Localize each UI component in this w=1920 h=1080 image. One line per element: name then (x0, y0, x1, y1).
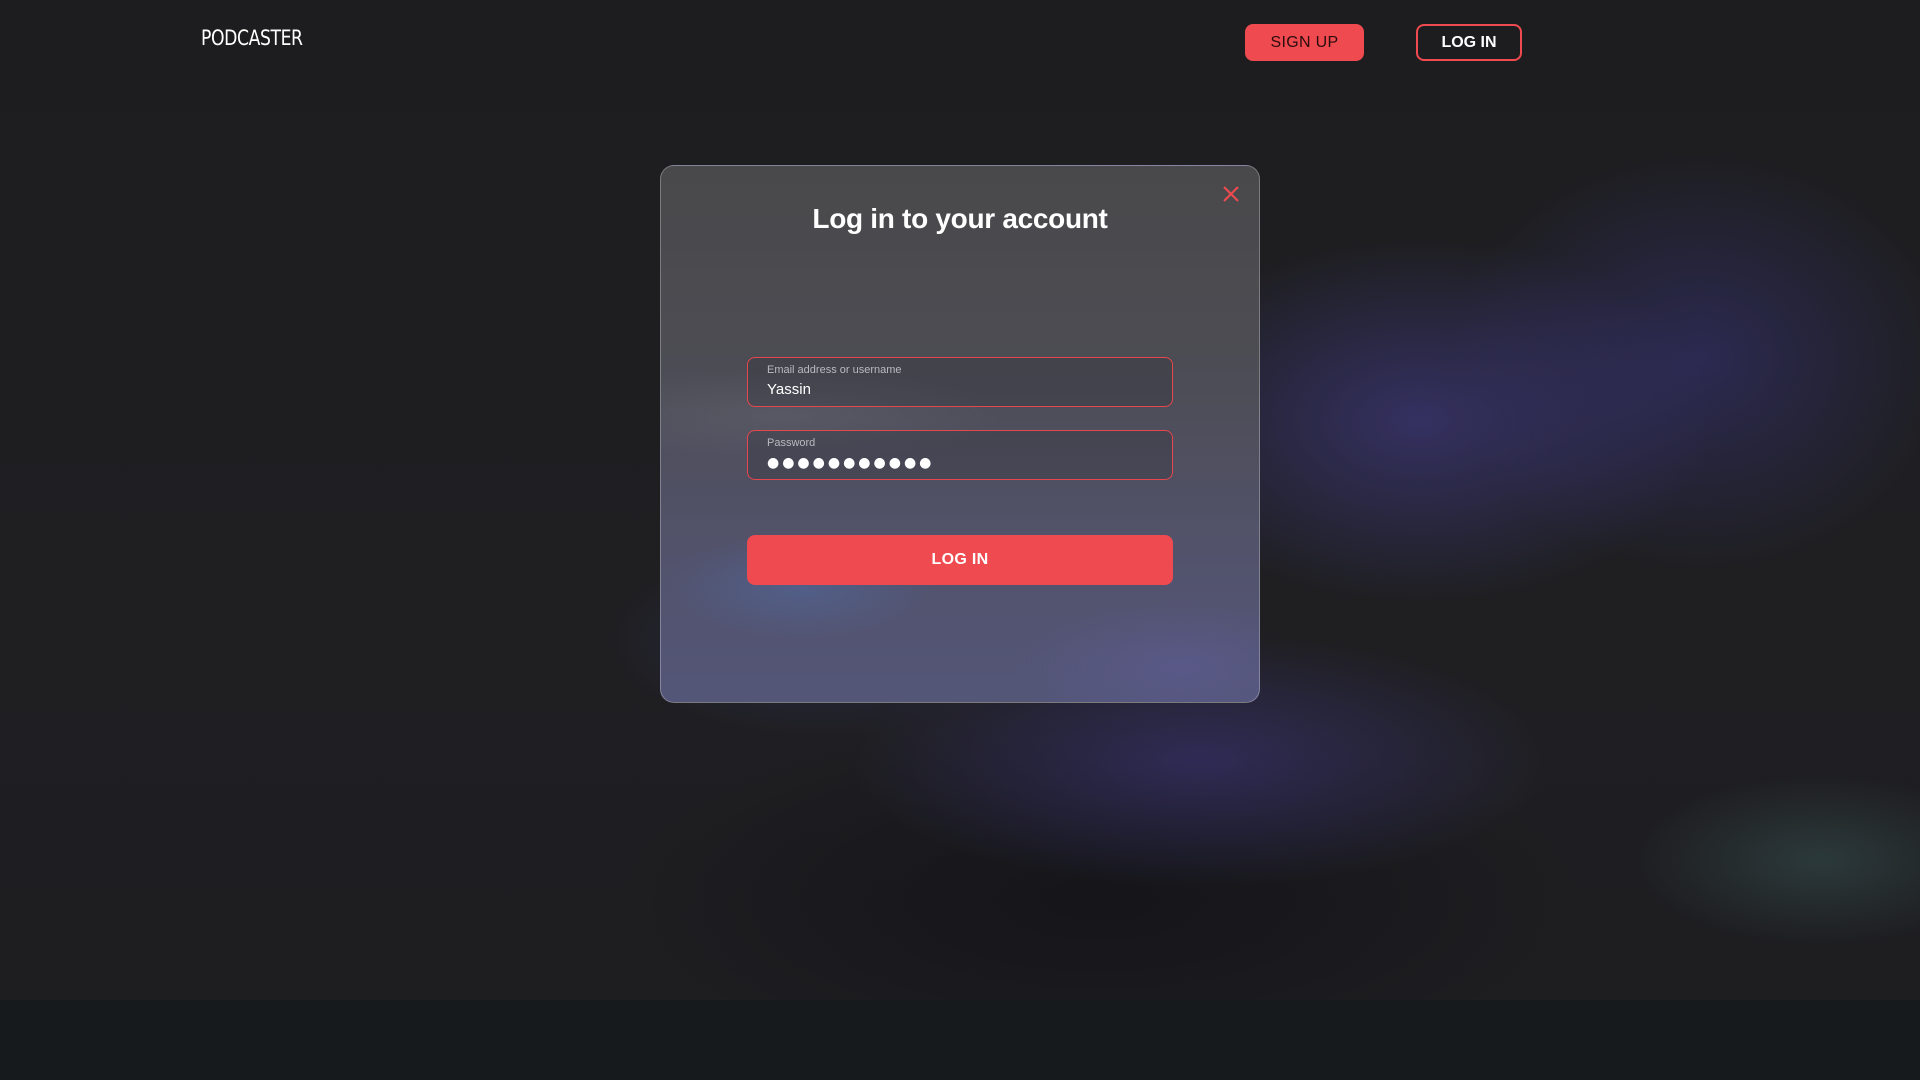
modal-title: Log in to your account (812, 203, 1108, 234)
close-icon[interactable] (1219, 182, 1243, 206)
email-input[interactable] (767, 379, 1157, 399)
email-field-label: Email address or username (767, 364, 902, 376)
brand-logo[interactable]: PODCASTER (201, 26, 303, 50)
header-login-button[interactable]: LOG IN (1416, 24, 1522, 61)
login-submit-button[interactable]: LOG IN (747, 535, 1173, 585)
password-field[interactable]: Password ●●●●●●●●●●● (747, 430, 1173, 480)
password-input[interactable]: ●●●●●●●●●●● (767, 455, 934, 471)
login-modal: Log in to your account Email address or … (660, 165, 1260, 703)
signup-button[interactable]: SIGN UP (1245, 24, 1364, 61)
close-icon-glyph (1223, 186, 1239, 202)
password-field-label: Password (767, 437, 816, 449)
footer-band (0, 1000, 1920, 1080)
page: PODCASTER SIGN UP LOG IN Log in to your … (0, 0, 1920, 1080)
email-field[interactable]: Email address or username (747, 357, 1173, 407)
